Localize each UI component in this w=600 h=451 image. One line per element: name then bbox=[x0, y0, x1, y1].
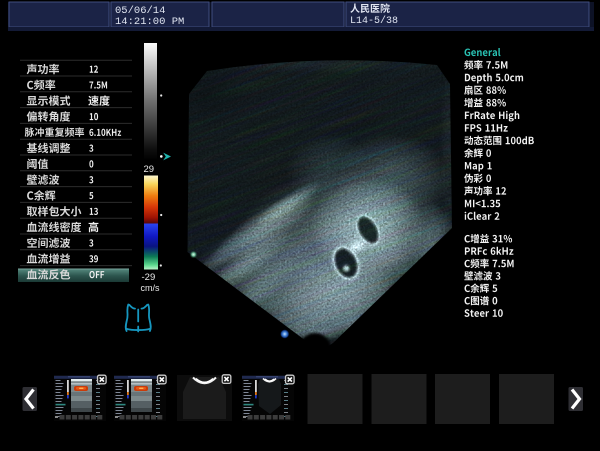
svg-text:-29: -29 bbox=[142, 272, 156, 283]
svg-text:29: 29 bbox=[144, 164, 155, 175]
svg-text:14:21:00 PM: 14:21:00 PM bbox=[115, 16, 184, 28]
svg-text:cm/s: cm/s bbox=[141, 283, 160, 293]
svg-text:L14-5/38: L14-5/38 bbox=[350, 15, 398, 27]
